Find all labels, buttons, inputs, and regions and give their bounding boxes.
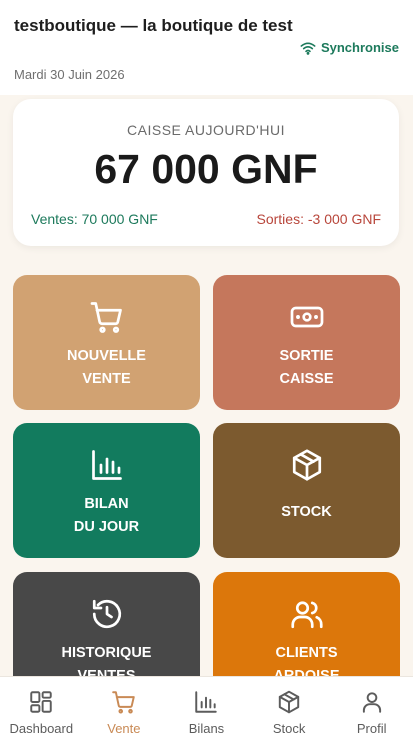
nav-label-dashboard: Dashboard bbox=[9, 721, 74, 736]
bottom-navigation: Dashboard Vente Bilans Stock Profil bbox=[0, 676, 413, 745]
bar-chart-icon bbox=[195, 691, 218, 713]
bar-chart-icon bbox=[89, 447, 125, 483]
nav-item-profil[interactable]: Profil bbox=[330, 677, 413, 745]
current-date: Mardi 30 Juin 2026 bbox=[14, 67, 125, 82]
users-icon bbox=[289, 596, 325, 632]
cash-amount: 67 000 GNF bbox=[94, 146, 318, 192]
package-icon bbox=[289, 447, 325, 483]
banknote-icon bbox=[289, 299, 325, 335]
history-icon bbox=[89, 596, 125, 632]
nav-item-stock[interactable]: Stock bbox=[248, 677, 331, 745]
dashboard-icon bbox=[30, 691, 53, 713]
user-icon bbox=[362, 692, 381, 713]
package-icon bbox=[278, 690, 300, 714]
daily-report-label: BILAN DU JOUR bbox=[73, 496, 140, 535]
nav-label-bilans: Bilans bbox=[188, 721, 225, 736]
sales-total: Ventes: 70 000 GNF bbox=[31, 211, 158, 227]
wifi-icon bbox=[300, 42, 316, 55]
daily-report-button[interactable]: BILAN DU JOUR bbox=[13, 423, 200, 558]
shop-name: testboutique — la boutique de test bbox=[14, 16, 293, 35]
cash-label: CAISSE AUJOURD'HUI bbox=[127, 122, 285, 138]
cash-out-button[interactable]: SORTIE CAISSE bbox=[213, 275, 400, 410]
app-header: testboutique — la boutique de test Mardi… bbox=[0, 0, 413, 95]
nav-item-dashboard[interactable]: Dashboard bbox=[0, 677, 83, 745]
nav-label-vente: Vente bbox=[107, 721, 141, 736]
sync-status[interactable]: Synchronise bbox=[300, 40, 399, 55]
new-sale-button[interactable]: NOUVELLE VENTE bbox=[13, 275, 200, 410]
nav-item-bilans[interactable]: Bilans bbox=[165, 677, 248, 745]
outflows-total: Sorties: -3 000 GNF bbox=[256, 211, 382, 227]
nav-item-vente[interactable]: Vente bbox=[83, 677, 166, 745]
nav-label-stock: Stock bbox=[272, 721, 306, 736]
stock-button[interactable]: STOCK bbox=[213, 423, 400, 558]
sync-label: Synchronise bbox=[320, 40, 399, 55]
new-sale-label: NOUVELLE VENTE bbox=[67, 348, 146, 387]
cart-icon bbox=[112, 691, 135, 714]
cart-icon bbox=[89, 299, 125, 335]
cash-out-label: SORTIE CAISSE bbox=[279, 348, 334, 387]
cash-summary-card: CAISSE AUJOURD'HUI 67 000 GNF Ventes: 70… bbox=[13, 99, 399, 246]
nav-label-profil: Profil bbox=[356, 721, 387, 736]
stock-label: STOCK bbox=[281, 504, 332, 520]
